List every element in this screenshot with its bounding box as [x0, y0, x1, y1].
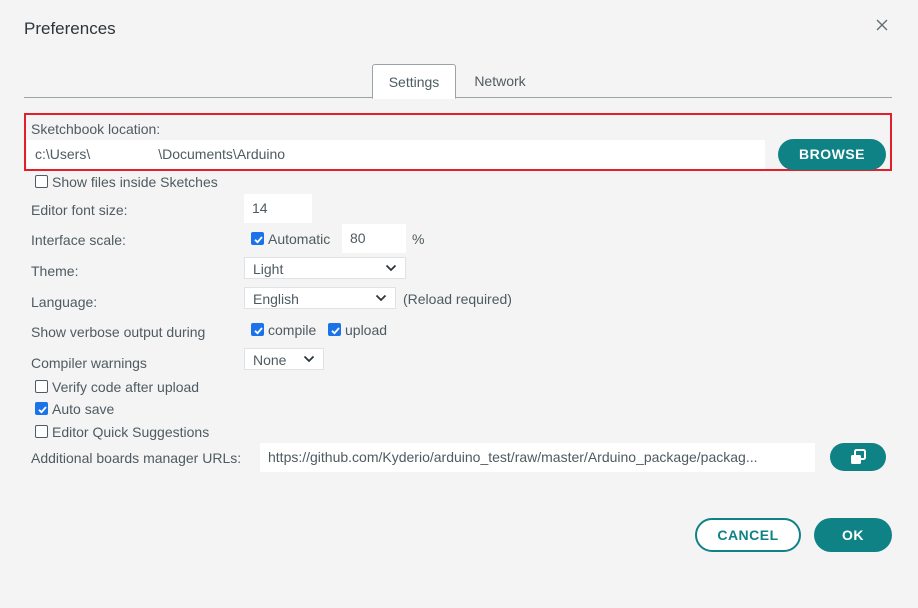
- boards-urls-input[interactable]: https://github.com/Kyderio/arduino_test/…: [260, 443, 815, 472]
- compile-checkbox[interactable]: [251, 323, 264, 336]
- reload-required-note: (Reload required): [403, 291, 512, 307]
- automatic-scale-label: Automatic: [268, 231, 331, 247]
- browse-button[interactable]: BROWSE: [778, 139, 886, 170]
- language-label: Language:: [31, 294, 98, 310]
- language-value: English: [253, 291, 299, 307]
- tab-network[interactable]: Network: [462, 64, 538, 98]
- dialog-title: Preferences: [24, 19, 116, 38]
- compiler-warnings-select[interactable]: None: [244, 348, 324, 370]
- upload-label: upload: [345, 322, 388, 338]
- chevron-down-icon: [303, 355, 315, 363]
- sketchbook-path-prefix: c:\Users\: [35, 146, 91, 162]
- boards-urls-label: Additional boards manager URLs:: [31, 450, 242, 466]
- edit-urls-button[interactable]: [830, 443, 886, 471]
- sketchbook-location-label: Sketchbook location:: [31, 121, 161, 137]
- interface-scale-input[interactable]: 80: [342, 224, 406, 253]
- chevron-down-icon: [385, 264, 397, 272]
- quick-suggestions-label: Editor Quick Suggestions: [52, 424, 210, 440]
- font-size-input[interactable]: 14: [244, 194, 312, 223]
- show-files-checkbox[interactable]: [35, 175, 48, 188]
- scale-unit-label: %: [412, 231, 425, 247]
- show-files-label: Show files inside Sketches: [52, 174, 218, 190]
- compile-label: compile: [268, 322, 317, 338]
- automatic-scale-checkbox[interactable]: [251, 232, 264, 245]
- compiler-warnings-label: Compiler warnings: [31, 355, 147, 371]
- quick-suggestions-checkbox[interactable]: [35, 425, 48, 438]
- checkmark-icon: [38, 406, 47, 414]
- verify-upload-label: Verify code after upload: [52, 379, 200, 395]
- chevron-down-icon: [375, 294, 387, 302]
- open-window-icon: [851, 449, 866, 464]
- verbose-output-label: Show verbose output during: [31, 324, 206, 340]
- auto-save-label: Auto save: [52, 401, 115, 417]
- sketchbook-path-suffix: \Documents\Arduino: [158, 146, 286, 162]
- verify-upload-checkbox[interactable]: [35, 380, 48, 393]
- language-select[interactable]: English: [244, 287, 396, 309]
- compiler-warnings-value: None: [253, 352, 287, 368]
- sketchbook-location-input[interactable]: c:\Users\ \Documents\Arduino: [27, 140, 765, 169]
- tabs-divider: [24, 97, 892, 98]
- checkmark-icon: [254, 327, 263, 335]
- close-button[interactable]: [872, 15, 892, 35]
- close-icon: [876, 19, 888, 31]
- checkmark-icon: [331, 327, 340, 335]
- tab-settings[interactable]: Settings: [372, 64, 456, 99]
- theme-value: Light: [253, 261, 284, 277]
- interface-scale-label: Interface scale:: [31, 232, 126, 248]
- ok-button[interactable]: OK: [814, 518, 892, 552]
- checkmark-icon: [254, 236, 263, 244]
- cancel-button[interactable]: CANCEL: [695, 518, 801, 552]
- theme-select[interactable]: Light: [244, 257, 406, 279]
- font-size-label: Editor font size:: [31, 202, 128, 218]
- upload-checkbox[interactable]: [328, 323, 341, 336]
- auto-save-checkbox[interactable]: [35, 402, 48, 415]
- theme-label: Theme:: [31, 263, 79, 279]
